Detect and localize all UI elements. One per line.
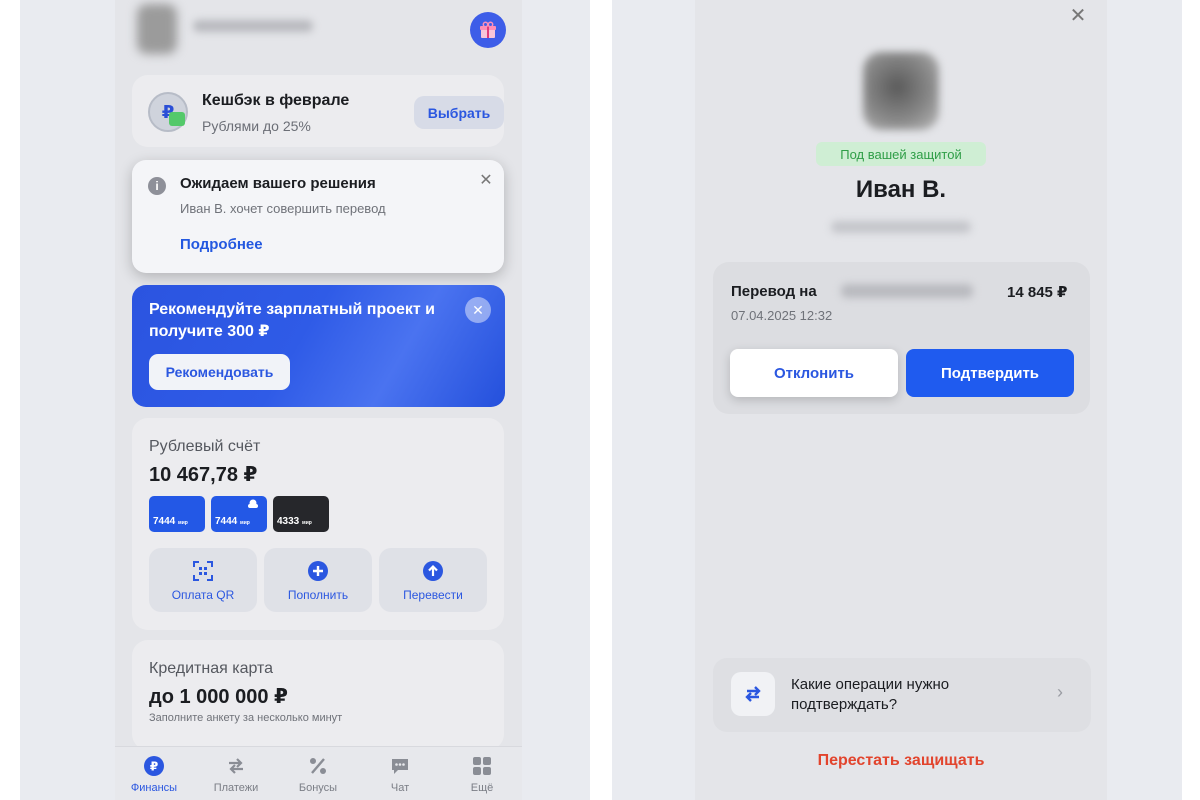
grid-icon — [473, 757, 491, 775]
bank-card-thumbnail[interactable]: 7444 мир — [149, 496, 205, 532]
chevron-right-icon: › — [1057, 682, 1063, 702]
tab-finance[interactable]: ₽ Финансы — [119, 755, 189, 794]
profile-avatar[interactable] — [137, 4, 177, 54]
tab-more[interactable]: Ещё — [447, 755, 517, 794]
profile-header — [115, 0, 522, 62]
tab-payments[interactable]: Платежи — [201, 755, 271, 794]
notice-details-link[interactable]: Подробнее — [180, 236, 263, 253]
card-number: 4333 — [277, 516, 300, 527]
transfer-amount: 14 845 ₽ — [1007, 284, 1068, 301]
ruble-circle-icon: ₽ — [144, 756, 164, 776]
credit-card-offer[interactable]: Кредитная карта до 1 000 000 ₽ Заполните… — [132, 640, 504, 750]
tab-bonuses[interactable]: Бонусы — [283, 755, 353, 794]
recommend-button[interactable]: Рекомендовать — [149, 354, 290, 390]
credit-amount: до 1 000 000 ₽ — [149, 686, 288, 708]
sender-avatar — [863, 52, 939, 130]
tab-label: Финансы — [130, 782, 178, 794]
cashback-badge-icon — [169, 112, 185, 126]
cashback-card[interactable]: ₽ Кешбэк в феврале Рублями до 25% Выбрат… — [132, 75, 504, 147]
account-balance: 10 467,78 ₽ — [149, 464, 258, 486]
faq-text: Какие операции нужно подтверждать? — [791, 676, 950, 713]
tab-label: Платежи — [213, 782, 259, 794]
sender-name: Иван В. — [855, 176, 947, 203]
svg-text:₽: ₽ — [150, 760, 158, 774]
info-icon: i — [148, 177, 166, 195]
bank-card-thumbnail[interactable]: 7444 мир — [211, 496, 267, 532]
gift-button[interactable] — [470, 12, 506, 48]
action-label: Перевести — [403, 588, 463, 602]
profile-phone-hidden — [193, 20, 313, 32]
sender-phone-hidden — [831, 221, 971, 233]
account-title: Рублевый счёт — [149, 438, 261, 455]
transfer-button[interactable]: Перевести — [379, 548, 487, 612]
action-label: Оплата QR — [171, 588, 235, 602]
qr-scan-icon — [193, 561, 213, 581]
arrow-up-circle-icon — [423, 561, 443, 581]
card-system: мир — [302, 520, 312, 526]
close-icon[interactable]: ✕ — [465, 297, 491, 323]
cashback-title: Кешбэк в феврале — [202, 92, 350, 109]
recipient-phone-hidden — [841, 284, 973, 298]
tab-label: Ещё — [470, 782, 494, 794]
gift-icon — [480, 21, 496, 38]
confirm-button[interactable]: Подтвердить — [906, 349, 1074, 397]
faq-icon-box — [731, 672, 775, 716]
card-number: 7444 — [215, 516, 238, 527]
finance-screen: ₽ Кешбэк в феврале Рублями до 25% Выбрат… — [115, 0, 522, 800]
choose-cashback-button[interactable]: Выбрать — [414, 96, 504, 129]
card-number: 7444 — [153, 516, 176, 527]
close-icon[interactable]: ✕ — [1067, 3, 1089, 28]
promo-title: Рекомендуйте зарплатный проект и получит… — [149, 301, 436, 340]
which-operations-faq[interactable]: Какие операции нужно подтверждать? › — [713, 658, 1091, 732]
transfer-details-card: Перевод на 14 845 ₽ 07.04.2025 12:32 Отк… — [713, 262, 1090, 414]
action-label: Пополнить — [287, 588, 349, 602]
tab-label: Чат — [390, 782, 410, 794]
chat-icon — [392, 759, 408, 774]
credit-title: Кредитная карта — [149, 660, 274, 677]
notice-title: Ожидаем вашего решения — [180, 175, 376, 192]
card-system: мир — [240, 520, 250, 526]
pending-decision-notice: i Ожидаем вашего решения Иван В. хочет с… — [132, 160, 504, 273]
credit-subtitle: Заполните анкету за несколько минут — [149, 712, 343, 724]
top-up-button[interactable]: Пополнить — [264, 548, 372, 612]
plus-circle-icon — [308, 561, 328, 581]
tab-label: Бонусы — [298, 782, 338, 794]
close-icon[interactable]: ✕ — [477, 170, 495, 190]
bottom-tab-bar: ₽ Финансы Платежи Бонусы Чат Ещё — [115, 746, 522, 800]
card-system: мир — [178, 520, 188, 526]
notice-subtitle: Иван В. хочет совершить перевод — [180, 201, 386, 216]
ruble-account-card[interactable]: Рублевый счёт 10 467,78 ₽ 7444 мир 7444 … — [132, 418, 504, 630]
bank-card-thumbnail[interactable]: 4333 мир — [273, 496, 329, 532]
cloud-icon — [248, 499, 258, 508]
cashback-subtitle: Рублями до 25% — [202, 118, 311, 134]
transfer-arrows-icon — [745, 686, 761, 702]
percent-icon — [310, 758, 326, 774]
salary-project-promo: Рекомендуйте зарплатный проект и получит… — [132, 285, 505, 407]
transfer-date: 07.04.2025 12:32 — [731, 308, 833, 323]
pay-qr-button[interactable]: Оплата QR — [149, 548, 257, 612]
transfer-label: Перевод на — [731, 283, 817, 300]
transfer-confirmation-screen: ✕ Под вашей защитой Иван В. Перевод на 1… — [695, 0, 1107, 800]
tab-chat[interactable]: Чат — [365, 755, 435, 794]
transfer-arrows-icon — [229, 758, 243, 774]
stop-protection-button[interactable]: Перестать защищать — [695, 752, 1107, 770]
decline-button[interactable]: Отклонить — [730, 349, 898, 397]
protection-badge: Под вашей защитой — [816, 142, 986, 166]
